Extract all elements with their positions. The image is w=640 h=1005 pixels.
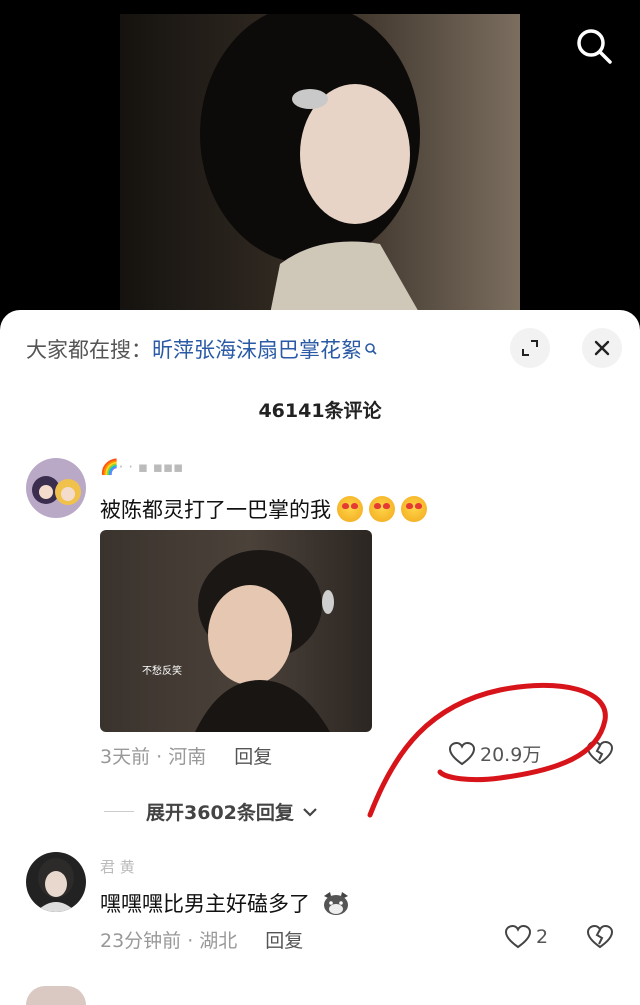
hot-search-prefix: 大家都在搜： <box>26 338 152 362</box>
chevron-down-icon <box>303 807 317 817</box>
heart-eyes-emoji-icon <box>401 496 427 522</box>
broken-heart-icon <box>586 924 614 949</box>
expand-replies-label: 展开3602条回复 <box>146 802 294 824</box>
comment-username[interactable]: 🌈· · ▪ ▪▪▪ <box>100 458 183 476</box>
search-icon <box>577 29 612 64</box>
comment-meta: 3天前 · 河南 回复 <box>100 742 272 769</box>
comments-sheet: 大家都在搜： 昕萍张海沫扇巴掌花絮 46141条评论 🌈· · ▪ ▪▪▪ 被陈… <box>0 310 640 1005</box>
expand-button[interactable] <box>510 328 550 368</box>
close-icon <box>594 340 610 356</box>
close-button[interactable] <box>582 328 622 368</box>
avatar[interactable] <box>26 458 86 518</box>
divider-line <box>104 811 134 812</box>
comment-image[interactable]: 不愁反笑 <box>100 530 372 732</box>
avatar-image <box>26 458 86 518</box>
search-icon <box>365 343 377 355</box>
avatar-image <box>26 852 86 912</box>
video-frame <box>120 14 520 314</box>
reply-button[interactable]: 回复 <box>265 930 303 952</box>
hot-search-bar[interactable]: 大家都在搜： 昕萍张海沫扇巴掌花絮 <box>26 334 378 364</box>
heart-eyes-emoji-icon <box>337 496 363 522</box>
like-count: 20.9万 <box>480 744 542 766</box>
video-still <box>120 14 520 314</box>
reply-button[interactable]: 回复 <box>234 746 272 768</box>
comment-username[interactable]: 君 黄 <box>100 856 135 877</box>
comment-meta: 23分钟前 · 湖北 回复 <box>100 926 303 953</box>
comment-image-caption: 不愁反笑 <box>142 666 182 677</box>
dog-emoji-icon <box>323 892 348 915</box>
comment-text-content: 被陈都灵打了一巴掌的我 <box>100 498 331 522</box>
video-player[interactable] <box>0 0 640 330</box>
heart-icon <box>504 924 532 949</box>
like-count: 2 <box>536 926 549 948</box>
dislike-button[interactable] <box>586 740 614 770</box>
comment-text-content: 嘿嘿嘿比男主好磕多了 <box>100 892 310 916</box>
expand-icon <box>522 340 538 356</box>
comment-text: 嘿嘿嘿比男主好磕多了 <box>100 888 351 918</box>
comment-text: 被陈都灵打了一巴掌的我 <box>100 494 427 524</box>
comment-time-location: 23分钟前 · 湖北 <box>100 930 238 952</box>
like-button[interactable]: 2 <box>504 924 548 950</box>
like-button[interactable]: 20.9万 <box>448 740 541 767</box>
comment-time-location: 3天前 · 河南 <box>100 746 207 768</box>
avatar[interactable] <box>26 852 86 912</box>
comment-image-still <box>195 550 334 732</box>
hot-search-term[interactable]: 昕萍张海沫扇巴掌花絮 <box>152 334 362 364</box>
heart-icon <box>448 741 476 765</box>
comments-count: 46141条评论 <box>258 400 382 422</box>
expand-replies-button[interactable]: 展开3602条回复 <box>104 798 320 825</box>
avatar[interactable] <box>26 986 86 1005</box>
heart-eyes-emoji-icon <box>369 496 395 522</box>
dislike-button[interactable] <box>586 924 614 954</box>
broken-heart-icon <box>586 740 614 765</box>
search-button[interactable] <box>572 24 616 68</box>
